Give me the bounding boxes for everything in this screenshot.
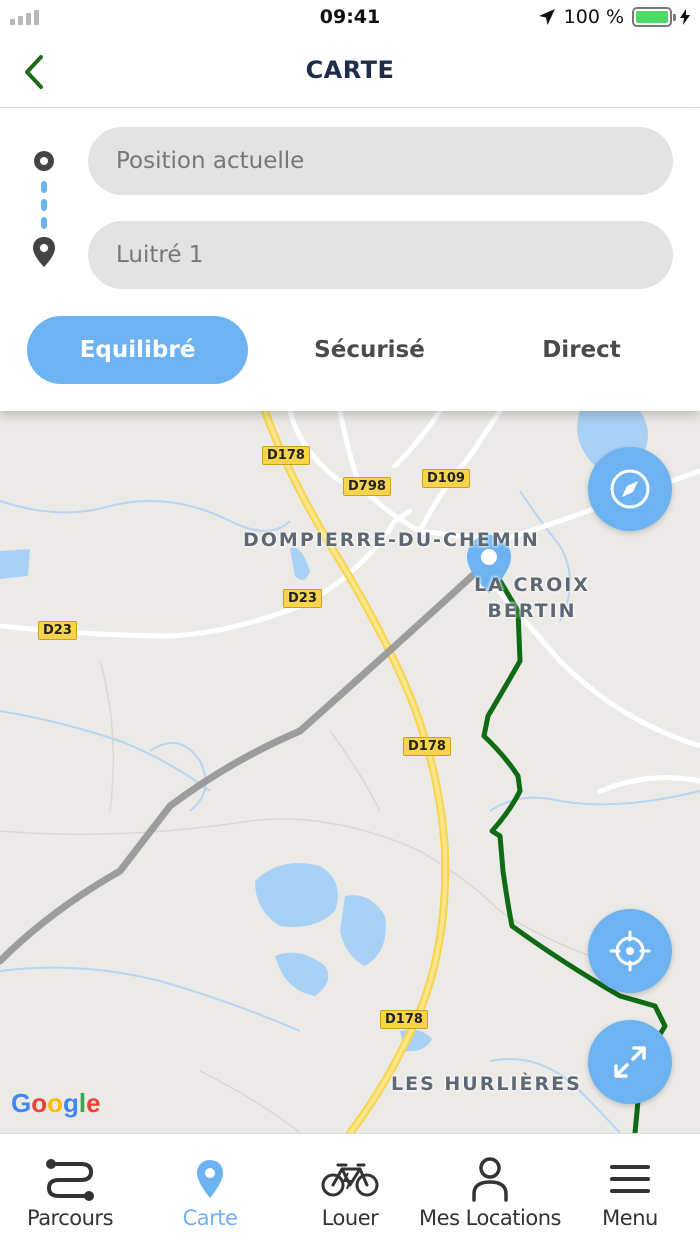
origin-dot-icon bbox=[34, 151, 54, 171]
location-arrow-icon bbox=[538, 9, 555, 25]
map-pin-icon bbox=[197, 1160, 223, 1198]
place-label: DOMPIERRE-DU-CHEMIN bbox=[243, 529, 540, 551]
nav-label: Parcours bbox=[26, 1206, 114, 1230]
route-connector bbox=[33, 151, 55, 267]
bicycle-icon bbox=[321, 1163, 379, 1197]
nav-label: Mes Locations bbox=[419, 1206, 561, 1230]
route-panel: Equilibré Sécurisé Direct bbox=[0, 109, 700, 411]
hamburger-icon bbox=[610, 1165, 650, 1193]
place-label: LES HURLIÈRES bbox=[391, 1073, 582, 1095]
expand-icon bbox=[614, 1046, 646, 1078]
map-base bbox=[0, 411, 700, 1133]
nav-menu[interactable]: Menu bbox=[560, 1134, 700, 1244]
header: CARTE bbox=[0, 36, 700, 108]
fullscreen-button[interactable] bbox=[588, 1020, 672, 1104]
road-label: D178 bbox=[403, 737, 451, 756]
nav-louer[interactable]: Louer bbox=[280, 1134, 420, 1244]
compass-icon bbox=[610, 469, 650, 509]
road-label: D178 bbox=[380, 1010, 428, 1029]
status-right: 100 % bbox=[538, 6, 690, 28]
route-icon bbox=[46, 1159, 94, 1201]
nav-label: Louer bbox=[321, 1206, 379, 1230]
destination-input[interactable] bbox=[88, 221, 673, 289]
route-mode-tabs: Equilibré Sécurisé Direct bbox=[27, 316, 687, 384]
dotted-line bbox=[41, 181, 47, 229]
crosshair-icon bbox=[609, 930, 651, 972]
nav-carte[interactable]: Carte bbox=[140, 1134, 280, 1244]
charging-icon bbox=[680, 9, 690, 25]
battery-icon bbox=[632, 7, 676, 27]
nav-label: Menu bbox=[602, 1206, 658, 1230]
mode-tab-direct[interactable]: Direct bbox=[471, 316, 692, 384]
nav-parcours[interactable]: Parcours bbox=[0, 1134, 140, 1244]
status-bar: 09:41 100 % bbox=[0, 0, 700, 36]
road-label: D23 bbox=[38, 621, 77, 640]
place-label: LA CROIX bbox=[474, 574, 590, 596]
nav-label: Carte bbox=[182, 1206, 238, 1230]
compass-button[interactable] bbox=[588, 447, 672, 531]
nav-mes-locations[interactable]: Mes Locations bbox=[419, 1134, 561, 1244]
user-icon bbox=[472, 1157, 508, 1202]
mode-tab-securise[interactable]: Sécurisé bbox=[259, 316, 480, 384]
locate-button[interactable] bbox=[588, 909, 672, 993]
road-label: D109 bbox=[422, 469, 470, 488]
place-label: BERTIN bbox=[487, 600, 577, 622]
origin-input[interactable] bbox=[88, 127, 673, 195]
google-logo: Google bbox=[11, 1088, 101, 1118]
road-label: D798 bbox=[343, 477, 391, 496]
page-title: CARTE bbox=[305, 56, 395, 84]
bottom-nav: Parcours Carte Louer Mes Locations Menu bbox=[0, 1133, 700, 1244]
road-label: D23 bbox=[283, 589, 322, 608]
battery-text: 100 % bbox=[563, 6, 624, 28]
mode-tab-equilibre[interactable]: Equilibré bbox=[27, 316, 248, 384]
map-view[interactable]: D178 D798 D109 D23 D23 D178 D178 DOMPIER… bbox=[0, 411, 700, 1133]
road-label: D178 bbox=[262, 446, 310, 465]
destination-pin-icon bbox=[33, 237, 55, 267]
